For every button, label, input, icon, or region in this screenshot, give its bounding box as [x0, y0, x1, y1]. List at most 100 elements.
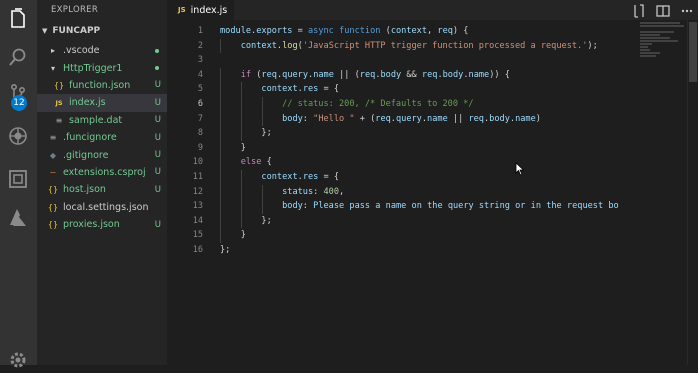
tree-item-vscode[interactable]: ▸ .vscode: [37, 42, 167, 59]
code-editor[interactable]: 1 2 3 4 5 6 7 8 9 10 11 12 13 14 15 16 m…: [167, 20, 698, 365]
code-line[interactable]: [220, 53, 640, 68]
settings-gear-icon[interactable]: [5, 347, 31, 373]
indent-guide: [240, 82, 242, 97]
code-line[interactable]: }: [220, 140, 640, 156]
tree-item-label: .gitignore: [63, 149, 109, 161]
code-line[interactable]: // status: 200, /* Defaults to 200 */: [220, 96, 640, 112]
code-line[interactable]: };: [220, 126, 640, 141]
code-line[interactable]: };: [220, 213, 640, 229]
indent-guide: [220, 111, 221, 127]
indent-guide: [220, 126, 221, 141]
tree-item-extensions-csproj[interactable]: ∽ extensions.csproj U: [37, 164, 167, 181]
open-changes-icon[interactable]: [632, 3, 646, 18]
search-icon[interactable]: [5, 44, 31, 70]
indent-guide: [220, 199, 221, 214]
tree-item-label: local.settings.json: [63, 201, 149, 213]
code-line[interactable]: module.exports = async function (context…: [220, 24, 640, 39]
code-area[interactable]: module.exports = async function (context…: [220, 24, 640, 258]
chevron-down-icon: ▾: [50, 63, 55, 73]
tree-item-proxies-json[interactable]: {} proxies.json U: [37, 216, 167, 233]
git-status-untracked: U: [154, 150, 161, 161]
explorer-title: EXPLORER: [51, 5, 99, 15]
tree-item-httptrigger1[interactable]: ▾ HttpTrigger1: [37, 59, 167, 76]
code-text: }: [220, 142, 246, 153]
indent-guide: [240, 126, 242, 141]
code-text: };: [220, 128, 272, 139]
tree-item-local-settings-json[interactable]: {} local.settings.json: [37, 199, 167, 216]
code-line[interactable]: };: [220, 243, 640, 258]
chevron-right-icon: ▸: [50, 46, 55, 56]
tree-item-gitignore[interactable]: ◆ .gitignore U: [37, 146, 167, 163]
tree-item-label: HttpTrigger1: [63, 62, 123, 74]
file-icon: ≡: [55, 115, 63, 125]
indent-guide: [220, 155, 221, 170]
code-line[interactable]: context.res = {: [220, 82, 640, 97]
explorer-icon[interactable]: [5, 6, 31, 32]
tree-item-funcignore[interactable]: ≡ .funcignore U: [37, 129, 167, 146]
more-actions-icon[interactable]: [680, 3, 694, 17]
rss-icon: ∽: [49, 167, 57, 177]
line-number: 2: [197, 40, 203, 51]
line-number: 16: [192, 244, 203, 255]
editor-tab-bar: JS index.js: [167, 0, 698, 20]
code-text: else {: [240, 157, 272, 168]
js-file-icon: JS: [178, 6, 186, 14]
workspace-folder-header[interactable]: ▼ FUNCAPP: [37, 20, 167, 42]
indent-guide: [261, 184, 263, 200]
source-control-badge: 12: [11, 95, 27, 111]
code-line[interactable]: if (req.query.name || (req.body && req.b…: [220, 67, 640, 83]
vertical-scrollbar[interactable]: [687, 20, 698, 365]
code-text: status: 400,: [282, 186, 345, 197]
tree-item-label: proxies.json: [63, 219, 120, 231]
tab-index-js[interactable]: JS index.js: [167, 0, 234, 20]
explorer-sidebar: EXPLORER ▼ FUNCAPP ▸ .vscode ▾ HttpTrigg…: [37, 0, 167, 365]
indent-guide: [220, 67, 221, 83]
indent-guide: [220, 82, 221, 97]
tree-item-sample-dat[interactable]: ≡ sample.dat U: [37, 112, 167, 129]
tree-item-host-json[interactable]: {} host.json U: [37, 181, 167, 198]
code-text: }: [220, 230, 246, 241]
tree-item-label: function.json: [69, 79, 131, 91]
line-number: 8: [197, 128, 203, 139]
tree-item-function-json[interactable]: {} function.json U: [37, 77, 167, 94]
indent-guide: [240, 199, 242, 214]
code-text: if (req.query.name || (req.body && req.b…: [240, 69, 510, 80]
line-number: 15: [192, 230, 203, 241]
git-status-untracked: U: [154, 97, 161, 108]
azure-icon[interactable]: [5, 205, 31, 231]
indent-guide: [240, 184, 242, 200]
tree-item-label: .funcignore: [63, 132, 117, 144]
activity-bar: 12: [0, 0, 37, 368]
tree-item-label: sample.dat: [69, 114, 123, 126]
code-line[interactable]: else {: [220, 155, 640, 170]
tab-label: index.js: [190, 4, 228, 16]
git-status-dot: [155, 48, 159, 53]
minimap[interactable]: [640, 22, 684, 62]
code-text: };: [220, 215, 272, 226]
line-number: 6: [197, 98, 203, 109]
line-number: 11: [192, 171, 203, 182]
indent-guide: [240, 96, 242, 112]
tree-item-index-js[interactable]: JS index.js U: [37, 94, 167, 112]
line-number: 9: [197, 142, 203, 153]
extensions-icon[interactable]: [5, 166, 31, 192]
code-line[interactable]: status: 400,: [220, 184, 640, 200]
git-status-untracked: U: [154, 219, 161, 230]
scrollbar-thumb[interactable]: [689, 22, 697, 82]
editor-actions: [632, 3, 694, 18]
json-file-icon: {}: [53, 80, 65, 90]
line-number: 14: [192, 215, 203, 226]
code-line[interactable]: body: "Hello " + (req.query.name || req.…: [220, 111, 640, 127]
split-editor-icon[interactable]: [656, 3, 670, 17]
code-text: // status: 200, /* Defaults to 200 */: [282, 98, 474, 109]
indent-guide: [220, 38, 221, 54]
line-number: 10: [192, 157, 203, 168]
debug-icon[interactable]: [5, 123, 31, 149]
code-line[interactable]: context.res = {: [220, 169, 640, 185]
indent-guide: [261, 199, 263, 214]
code-line[interactable]: body: Please pass a name on the query st…: [220, 199, 640, 214]
json-file-icon: {}: [47, 220, 59, 230]
code-line[interactable]: }: [220, 228, 640, 243]
indent-guide: [240, 111, 242, 127]
code-line[interactable]: context.log('JavaScript HTTP trigger fun…: [220, 38, 640, 54]
